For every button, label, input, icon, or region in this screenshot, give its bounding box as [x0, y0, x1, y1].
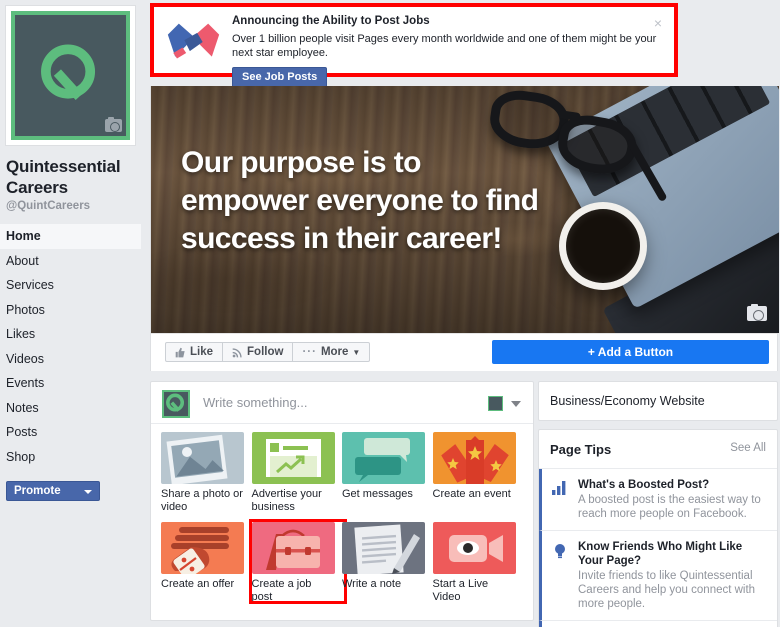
sidebar-item-about[interactable]: About [0, 249, 141, 274]
close-icon[interactable]: × [654, 15, 662, 31]
facebook-page-screen: Quintessential Careers @QuintCareers Hom… [0, 0, 780, 627]
sidebar-item-posts[interactable]: Posts [0, 420, 141, 445]
follow-button[interactable]: Follow [223, 343, 294, 361]
more-button[interactable]: ··· More ▼ [293, 343, 369, 361]
like-label: Like [190, 346, 214, 358]
tile-label: Create an offer [161, 578, 235, 590]
bar-chart-icon [542, 478, 578, 521]
page-tips-card: Page Tips See All What's a Boosted Post?… [538, 429, 778, 627]
right-column: Business/Economy Website Page Tips See A… [538, 381, 778, 627]
audience-selector-icon[interactable] [488, 396, 503, 411]
page-action-row: Like Follow ··· More ▼ + Add a Button [151, 333, 777, 371]
tip-description: A boosted post is the easiest way to rea… [578, 494, 761, 520]
composer-card: Write something... Share a photo or vide… [150, 381, 534, 621]
tile-label: Start a Live Video [432, 578, 489, 603]
tile-label: Create an event [432, 488, 511, 500]
promote-label: Promote [14, 485, 61, 497]
page-tips-title: Page Tips [550, 442, 612, 457]
photo-icon [161, 432, 244, 484]
tip-invite-friends[interactable]: Know Friends Who Might Like Your Page? I… [539, 531, 777, 621]
handshake-icon [167, 23, 220, 59]
tile-create-event[interactable]: Create an event [432, 432, 524, 514]
briefcase-icon [251, 522, 335, 574]
lightbulb-icon [542, 540, 578, 611]
announcement-body: Over 1 billion people visit Pages every … [232, 33, 657, 59]
sidebar-item-likes[interactable]: Likes [0, 322, 141, 347]
avatar [162, 390, 190, 418]
sidebar-item-events[interactable]: Events [0, 371, 141, 396]
composer-header: Write something... [151, 382, 533, 424]
promote-button[interactable]: Promote [6, 481, 100, 501]
tip-title: Know Friends Who Might Like Your Page? [578, 541, 743, 567]
rss-follow-icon [232, 347, 242, 357]
add-a-button-button[interactable]: + Add a Button [492, 340, 769, 364]
tile-share-photo-video[interactable]: Share a photo or video [161, 432, 252, 514]
quintessential-q-logo-icon [166, 393, 185, 412]
tile-start-live-video[interactable]: Start a Live Video [432, 522, 524, 604]
page-action-buttons: Like Follow ··· More ▼ [165, 342, 371, 362]
sidebar-item-photos[interactable]: Photos [0, 298, 141, 323]
event-ticket-icon [432, 432, 516, 484]
tile-get-messages[interactable]: Get messages [342, 432, 433, 514]
cover-photo[interactable]: Our purpose is to empower everyone to fi… [151, 86, 779, 333]
sidebar-item-services[interactable]: Services [0, 273, 141, 298]
page-category-card: Business/Economy Website [538, 381, 778, 421]
tip-title: What's a Boosted Post? [578, 479, 710, 491]
glasses-temple [625, 137, 668, 203]
ellipsis-icon: ··· [302, 346, 317, 358]
chevron-down-icon: ▼ [352, 347, 361, 357]
camera-icon[interactable] [747, 303, 767, 321]
composer-input[interactable]: Write something... [203, 395, 308, 410]
offer-tag-icon [161, 522, 244, 574]
quintessential-q-logo-icon [40, 44, 95, 100]
sidebar-item-shop[interactable]: Shop [0, 445, 141, 470]
see-all-link[interactable]: See All [730, 442, 766, 454]
see-job-posts-button[interactable]: See Job Posts [232, 67, 328, 88]
job-posts-announcement: Announcing the Ability to Post Jobs Over… [150, 3, 678, 88]
page-title: Quintessential Careers [6, 157, 121, 197]
tile-write-note[interactable]: Write a note [342, 522, 433, 604]
tip-description: Invite friends to like Quintessential Ca… [578, 570, 756, 610]
camera-icon[interactable] [105, 117, 122, 132]
sidebar-nav: Home About Services Photos Likes Videos … [0, 224, 141, 469]
page-tips-header: Page Tips See All [539, 430, 777, 469]
tile-create-job-post[interactable]: Create a job post [248, 519, 346, 604]
tip-effective-posts[interactable]: How to Create Effective Posts Short, vis… [539, 621, 777, 627]
avatar-image [11, 11, 130, 140]
page-category[interactable]: Business/Economy Website [539, 382, 777, 420]
note-pencil-icon [342, 522, 425, 574]
sidebar-item-home[interactable]: Home [0, 224, 141, 249]
tile-label: Write a note [342, 578, 402, 590]
more-label: More [320, 346, 349, 358]
thumbs-up-icon [175, 347, 185, 357]
composer-tiles: Share a photo or video Advertise your bu… [151, 424, 533, 604]
sidebar-item-videos[interactable]: Videos [0, 347, 141, 372]
coffee-mug-icon [559, 202, 647, 290]
cover-quote: Our purpose is to empower everyone to fi… [181, 146, 539, 255]
tile-label: Create a job post [251, 578, 312, 603]
live-video-icon [432, 522, 516, 574]
like-button[interactable]: Like [166, 343, 224, 361]
tip-boosted-post[interactable]: What's a Boosted Post? A boosted post is… [539, 469, 777, 531]
chevron-down-icon [84, 490, 92, 494]
tile-label: Share a photo or video [161, 488, 243, 513]
announcement-title: Announcing the Ability to Post Jobs [232, 15, 430, 27]
messages-icon [342, 432, 425, 484]
sidebar-item-notes[interactable]: Notes [0, 396, 141, 421]
cover-card: Our purpose is to empower everyone to fi… [150, 86, 779, 371]
tile-advertise-business[interactable]: Advertise your business [251, 432, 343, 514]
left-sidebar: Quintessential Careers @QuintCareers Hom… [0, 0, 148, 627]
tile-create-offer[interactable]: Create an offer [161, 522, 252, 604]
tile-label: Get messages [342, 488, 413, 500]
chevron-down-icon[interactable] [511, 401, 521, 407]
tile-label: Advertise your business [251, 488, 322, 513]
main-column: Announcing the Ability to Post Jobs Over… [148, 0, 780, 627]
profile-picture[interactable] [5, 5, 136, 146]
page-handle: @QuintCareers [6, 200, 91, 212]
advertise-icon [251, 432, 335, 484]
follow-label: Follow [247, 346, 284, 358]
